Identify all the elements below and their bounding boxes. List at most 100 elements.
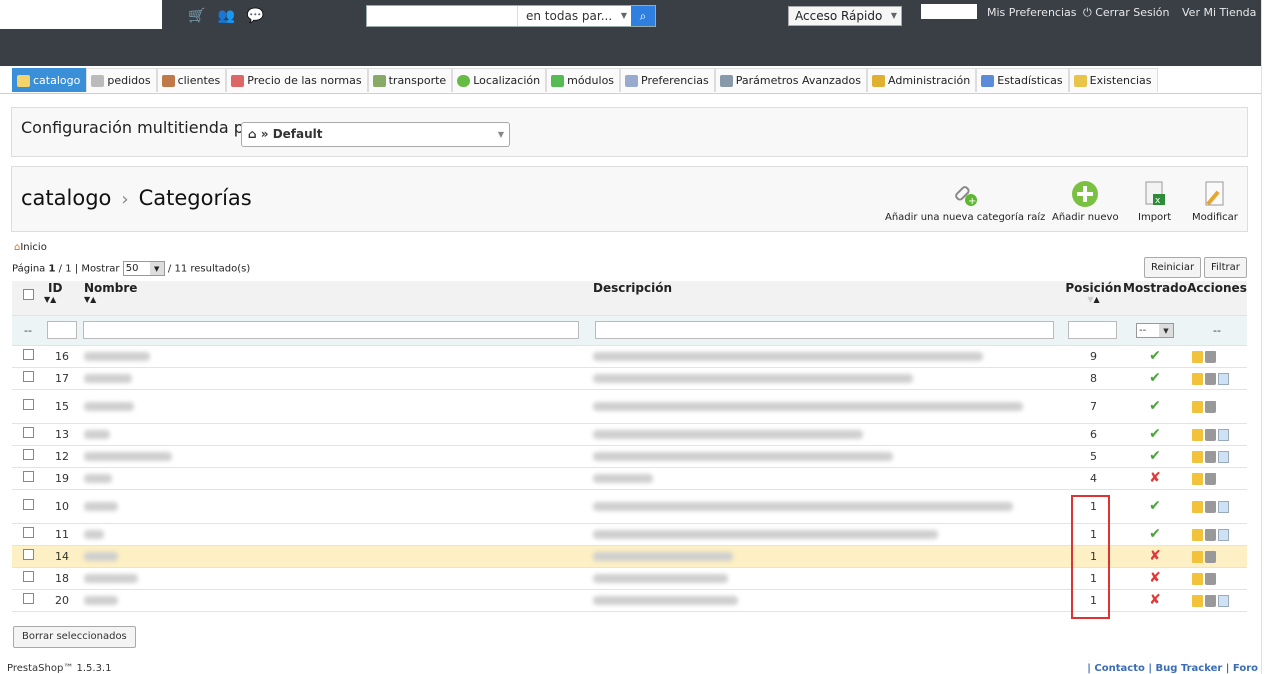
view-icon[interactable] bbox=[1218, 528, 1229, 541]
check-icon[interactable]: ✔ bbox=[1149, 348, 1161, 364]
view-icon[interactable] bbox=[1218, 372, 1229, 385]
delete-icon[interactable] bbox=[1205, 372, 1216, 385]
delete-icon[interactable] bbox=[1205, 428, 1216, 441]
filter-shown-select[interactable]: -- bbox=[1136, 322, 1174, 338]
check-icon[interactable]: ✔ bbox=[1149, 398, 1161, 414]
header-position[interactable]: Posición ▼▲ bbox=[1064, 281, 1123, 316]
delete-icon[interactable] bbox=[1205, 450, 1216, 463]
edit-icon[interactable] bbox=[1192, 550, 1203, 563]
delete-icon[interactable] bbox=[1205, 500, 1216, 513]
filter-name-input[interactable] bbox=[83, 321, 579, 339]
tab-clientes[interactable]: clientes bbox=[156, 68, 227, 92]
sort-arrows-icon[interactable]: ▼▲ bbox=[1064, 295, 1123, 304]
messages-icon[interactable]: 💬 bbox=[247, 8, 264, 24]
view-icon[interactable] bbox=[1218, 594, 1229, 607]
table-row[interactable]: 18 1 ✘ bbox=[12, 567, 1247, 590]
row-checkbox[interactable] bbox=[22, 399, 34, 410]
row-checkbox[interactable] bbox=[22, 499, 34, 510]
home-link[interactable]: ⌂Inicio bbox=[14, 242, 47, 253]
edit-icon[interactable] bbox=[1192, 528, 1203, 541]
tab-precios[interactable]: Precio de las normas bbox=[226, 68, 368, 92]
edit-icon[interactable] bbox=[1192, 500, 1203, 513]
tab-transporte[interactable]: transporte bbox=[367, 68, 453, 92]
cross-icon[interactable]: ✘ bbox=[1149, 470, 1161, 486]
add-root-category-button[interactable]: + Añadir una nueva categoría raíz bbox=[885, 180, 1045, 223]
row-checkbox[interactable] bbox=[22, 571, 34, 582]
tab-existencias[interactable]: Existencias bbox=[1068, 68, 1158, 92]
row-checkbox[interactable] bbox=[22, 371, 34, 382]
delete-icon[interactable] bbox=[1205, 400, 1216, 413]
check-icon[interactable]: ✔ bbox=[1149, 526, 1161, 542]
row-checkbox[interactable] bbox=[22, 349, 34, 360]
row-checkbox[interactable] bbox=[22, 549, 34, 560]
filter-description-input[interactable] bbox=[595, 321, 1054, 339]
edit-icon[interactable] bbox=[1192, 450, 1203, 463]
table-row[interactable]: 16 9 ✔ bbox=[12, 345, 1247, 368]
row-checkbox[interactable] bbox=[22, 449, 34, 460]
table-row[interactable]: 19 4 ✘ bbox=[12, 467, 1247, 490]
sort-arrows-icon[interactable]: ▼▲ bbox=[84, 295, 593, 304]
check-icon[interactable]: ✔ bbox=[1149, 426, 1161, 442]
check-icon[interactable]: ✔ bbox=[1149, 448, 1161, 464]
reset-button[interactable]: Reiniciar bbox=[1144, 257, 1202, 278]
cross-icon[interactable]: ✘ bbox=[1149, 548, 1161, 564]
table-row[interactable]: 13 6 ✔ bbox=[12, 423, 1247, 446]
shop-select[interactable]: ⌂ » Default bbox=[241, 122, 510, 147]
delete-icon[interactable] bbox=[1205, 594, 1216, 607]
edit-icon[interactable] bbox=[1192, 400, 1203, 413]
search-scope-select[interactable]: en todas par... bbox=[517, 6, 631, 26]
view-icon[interactable] bbox=[1218, 450, 1229, 463]
customers-icon[interactable]: 👥 bbox=[217, 8, 234, 24]
select-all-checkbox[interactable] bbox=[22, 289, 34, 300]
import-button[interactable]: x Import bbox=[1138, 180, 1171, 223]
cross-icon[interactable]: ✘ bbox=[1149, 570, 1161, 586]
filter-button[interactable]: Filtrar bbox=[1204, 257, 1247, 278]
filter-position-input[interactable] bbox=[1068, 321, 1117, 339]
tab-catalogo[interactable]: catalogo bbox=[12, 68, 87, 92]
per-page-select[interactable]: 50 bbox=[122, 261, 165, 276]
logout-link[interactable]: ⏻ Cerrar Sesión bbox=[1083, 6, 1170, 20]
tab-administracion[interactable]: Administración bbox=[867, 68, 977, 92]
delete-selected-button[interactable]: Borrar seleccionados bbox=[13, 626, 136, 648]
table-row[interactable]: 17 8 ✔ bbox=[12, 367, 1247, 390]
tab-pedidos[interactable]: pedidos bbox=[86, 68, 157, 92]
check-icon[interactable]: ✔ bbox=[1149, 370, 1161, 386]
edit-icon[interactable] bbox=[1192, 350, 1203, 363]
delete-icon[interactable] bbox=[1205, 350, 1216, 363]
cart-icon[interactable]: 🛒 bbox=[188, 8, 205, 24]
delete-icon[interactable] bbox=[1205, 550, 1216, 563]
delete-icon[interactable] bbox=[1205, 528, 1216, 541]
table-row[interactable]: 10 1 ✔ bbox=[12, 489, 1247, 524]
breadcrumb-parent[interactable]: catalogo bbox=[21, 186, 111, 210]
tab-modulos[interactable]: módulos bbox=[546, 68, 621, 92]
filter-id-input[interactable] bbox=[47, 321, 77, 339]
delete-icon[interactable] bbox=[1205, 472, 1216, 485]
quick-access-select[interactable]: Acceso Rápido bbox=[788, 6, 902, 26]
header-name[interactable]: Nombre ▼▲ bbox=[80, 281, 593, 316]
view-shop-link[interactable]: Ver Mi Tienda bbox=[1182, 6, 1256, 19]
delete-icon[interactable] bbox=[1205, 572, 1216, 585]
modify-button[interactable]: Modificar bbox=[1192, 180, 1238, 223]
table-row[interactable]: 12 5 ✔ bbox=[12, 445, 1247, 468]
edit-icon[interactable] bbox=[1192, 594, 1203, 607]
tab-estadisticas[interactable]: Estadísticas bbox=[976, 68, 1069, 92]
row-checkbox[interactable] bbox=[22, 593, 34, 604]
add-new-button[interactable]: Añadir nuevo bbox=[1052, 180, 1119, 223]
check-icon[interactable]: ✔ bbox=[1149, 498, 1161, 514]
table-row[interactable]: 11 1 ✔ bbox=[12, 523, 1247, 546]
cross-icon[interactable]: ✘ bbox=[1149, 592, 1161, 608]
view-icon[interactable] bbox=[1218, 500, 1229, 513]
edit-icon[interactable] bbox=[1192, 472, 1203, 485]
row-checkbox[interactable] bbox=[22, 427, 34, 438]
row-checkbox[interactable] bbox=[22, 471, 34, 482]
footer-links[interactable]: | Contacto | Bug Tracker | Foro bbox=[1087, 663, 1258, 674]
tab-parametros[interactable]: Parámetros Avanzados bbox=[714, 68, 868, 92]
edit-icon[interactable] bbox=[1192, 428, 1203, 441]
search-icon[interactable]: ⌕ bbox=[631, 6, 655, 26]
edit-icon[interactable] bbox=[1192, 372, 1203, 385]
my-preferences-link[interactable]: Mis Preferencias bbox=[987, 6, 1077, 19]
table-row[interactable]: 15 7 ✔ bbox=[12, 389, 1247, 424]
view-icon[interactable] bbox=[1218, 428, 1229, 441]
table-row[interactable]: 14 1 ✘ bbox=[12, 545, 1247, 568]
sort-arrows-icon[interactable]: ▼▲ bbox=[44, 295, 80, 304]
